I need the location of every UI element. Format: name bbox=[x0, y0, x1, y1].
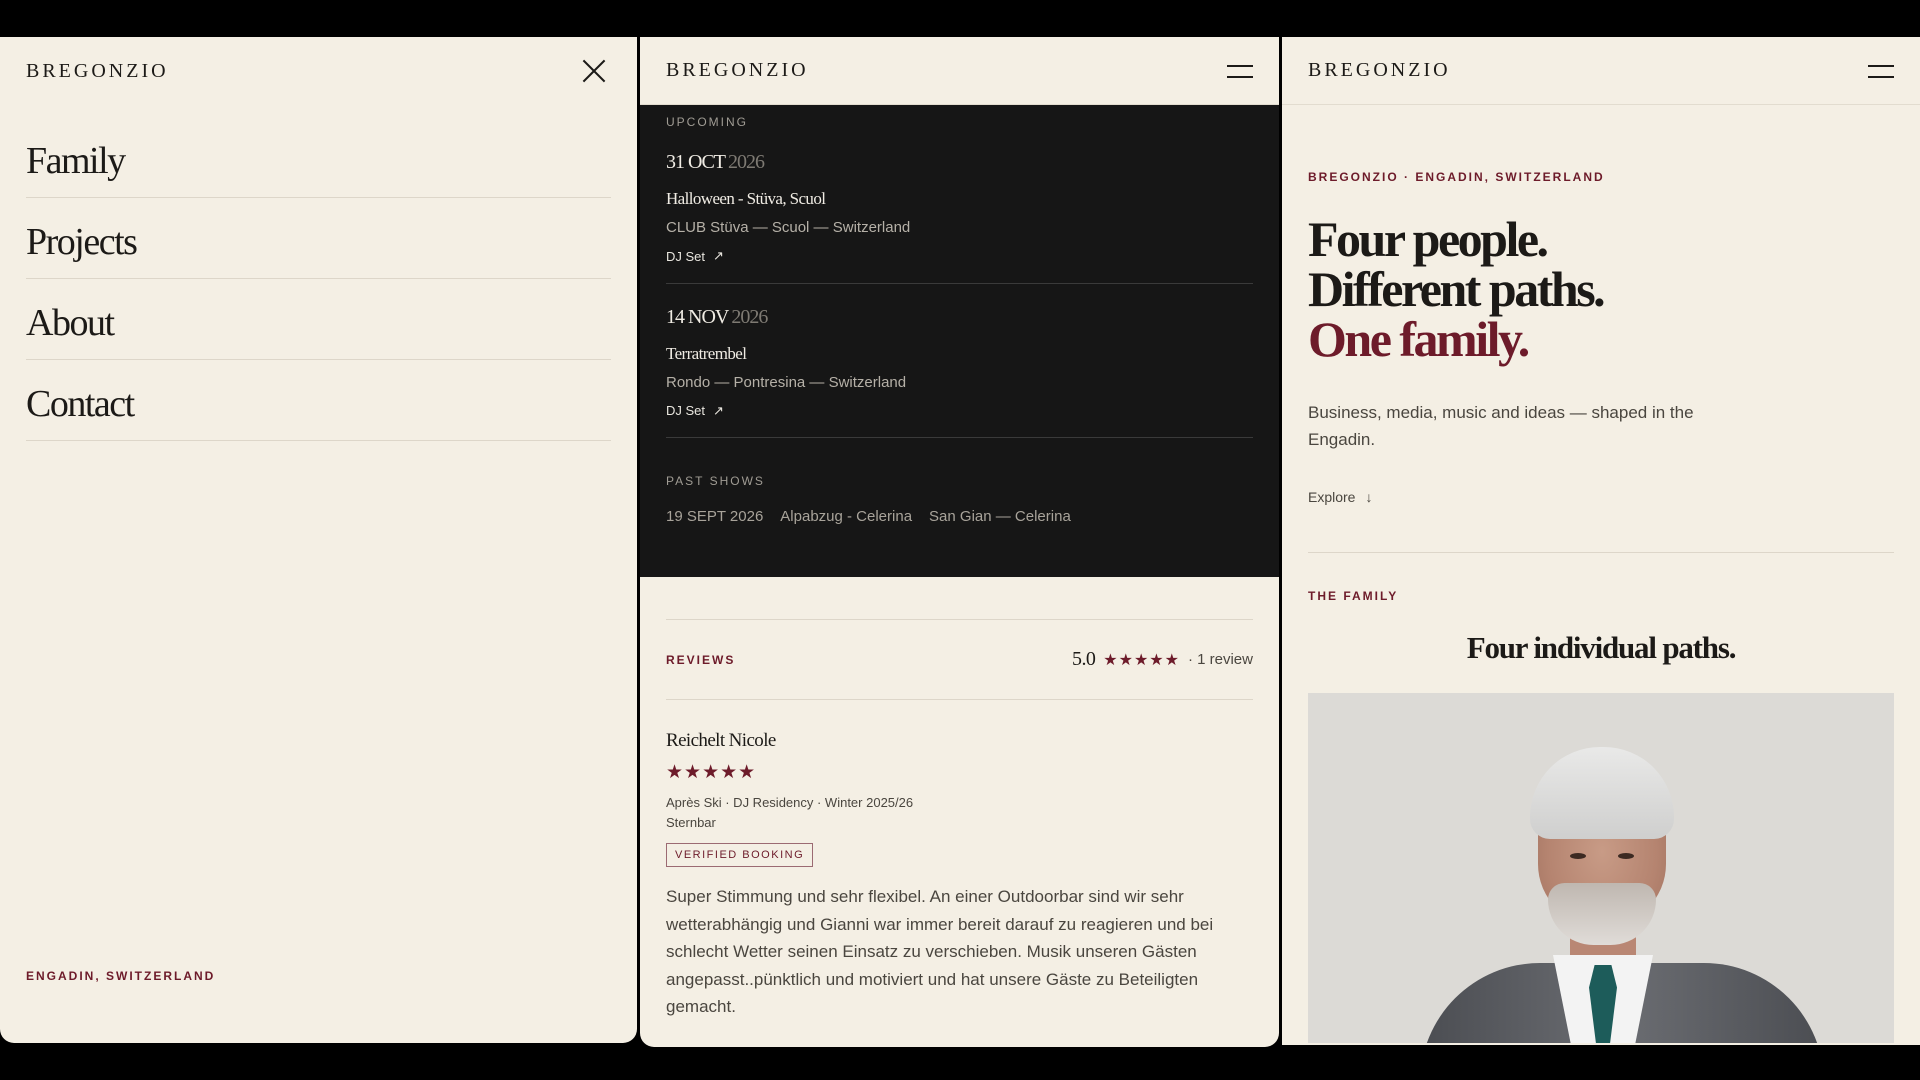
event-venue: CLUB Stüva — Scuol — Switzerland bbox=[666, 219, 911, 236]
home-panel: BREGONZIO BREGONZIO · ENGADIN, SWITZERLA… bbox=[1282, 37, 1920, 1045]
event-link[interactable]: DJ Set ↗ bbox=[666, 248, 724, 264]
event-item: 31 OCT 2026 Halloween - Stüva, Scuol CLUB… bbox=[666, 129, 1253, 284]
past-shows: PAST SHOWS 19 SEPT 2026 Alpabzug - Celer… bbox=[666, 438, 1253, 525]
review-meta-line: Après Ski · DJ Residency · Winter 2025/2… bbox=[666, 795, 914, 810]
brand-logo[interactable]: BREGONZIO bbox=[26, 60, 169, 83]
shows-panel: BREGONZIO UPCOMING 31 OCT 2026 Halloween … bbox=[640, 37, 1279, 1047]
brand-logo[interactable]: BREGONZIO bbox=[1308, 59, 1451, 82]
review-count: · 1 review bbox=[1187, 651, 1253, 668]
verified-badge: VERIFIED BOOKING bbox=[666, 843, 814, 867]
event-link-label: DJ Set bbox=[666, 403, 706, 418]
menu-location: ENGADIN, SWITZERLAND bbox=[26, 969, 216, 983]
brand-logo[interactable]: BREGONZIO bbox=[666, 59, 809, 82]
event-link-label: DJ Set bbox=[666, 248, 706, 264]
hero-title-accent: One family. bbox=[1308, 311, 1530, 367]
hero-title: Four people. Different paths. One family… bbox=[1308, 214, 1894, 364]
event-year: 2026 bbox=[728, 151, 765, 173]
review-meta-line: Sternbar bbox=[666, 815, 716, 830]
past-shows-label: PAST SHOWS bbox=[666, 474, 765, 488]
event-link[interactable]: DJ Set ↗ bbox=[666, 403, 724, 419]
menu-header: BREGONZIO bbox=[0, 37, 637, 105]
event-date: 14 NOV 2026 bbox=[666, 306, 1253, 329]
portrait-eye bbox=[1618, 853, 1634, 859]
event-year: 2026 bbox=[731, 305, 768, 328]
review-item: Reichelt Nicole ★★★★★ Après Ski · DJ Res… bbox=[666, 730, 1253, 1021]
portrait-hair bbox=[1530, 747, 1674, 839]
menu-panel: BREGONZIO Family Projects About Contact … bbox=[0, 37, 637, 1043]
close-icon[interactable] bbox=[581, 58, 607, 84]
past-show-item: San Gian — Celerina bbox=[929, 508, 1071, 525]
rating-value: 5.0 bbox=[1072, 648, 1096, 670]
upcoming-label: UPCOMING bbox=[666, 115, 748, 129]
past-shows-row: 19 SEPT 2026 Alpabzug - Celerina San Gia… bbox=[666, 508, 1253, 525]
menu-item-contact[interactable]: Contact bbox=[26, 360, 611, 441]
star-icon: ★★★★★ bbox=[1103, 651, 1180, 669]
family-eyebrow: THE FAMILY bbox=[1308, 589, 1399, 603]
hero-eyebrow: BREGONZIO · ENGADIN, SWITZERLAND bbox=[1308, 170, 1605, 184]
event-item: 14 NOV 2026 Terratrembel Rondo — Pontresi… bbox=[666, 284, 1253, 438]
event-date: 31 OCT 2026 bbox=[666, 151, 1253, 174]
rating-summary: 5.0 ★★★★★ · 1 review bbox=[1072, 648, 1253, 671]
hero-title-line: Different paths. bbox=[1308, 261, 1606, 317]
past-show-date: 19 SEPT 2026 bbox=[666, 508, 764, 525]
event-title: Halloween - Stüva, Scuol bbox=[666, 189, 826, 208]
family-title: Four individual paths. bbox=[1466, 630, 1737, 665]
hero-subtitle: Business, media, music and ideas — shape… bbox=[1308, 403, 1694, 449]
portrait-beard bbox=[1548, 883, 1656, 945]
hero-section: BREGONZIO · ENGADIN, SWITZERLAND Four pe… bbox=[1282, 170, 1920, 1043]
reviews-label: REVIEWS bbox=[666, 652, 736, 667]
review-text: Super Stimmung und sehr flexibel. An ein… bbox=[666, 887, 1214, 1016]
shows-section: UPCOMING 31 OCT 2026 Halloween - Stüva, S… bbox=[640, 105, 1279, 577]
hamburger-icon[interactable] bbox=[1227, 63, 1253, 79]
portrait-eye bbox=[1570, 853, 1586, 859]
star-icon: ★★★★★ bbox=[666, 762, 757, 783]
shows-header: BREGONZIO bbox=[640, 37, 1279, 105]
past-show-item: Alpabzug - Celerina bbox=[780, 508, 913, 525]
event-venue: Rondo — Pontresina — Switzerland bbox=[666, 373, 907, 391]
explore-label: Explore bbox=[1308, 489, 1356, 505]
arrow-down-icon: ↓ bbox=[1365, 489, 1373, 505]
menu-item-about[interactable]: About bbox=[26, 279, 611, 360]
section-divider bbox=[1308, 552, 1894, 553]
event-day-month: 31 OCT bbox=[666, 151, 726, 173]
reviews-section: REVIEWS 5.0 ★★★★★ · 1 review Reichelt Ni… bbox=[640, 619, 1279, 1021]
event-day-month: 14 NOV bbox=[666, 305, 729, 328]
menu-item-family[interactable]: Family bbox=[26, 117, 611, 198]
menu-item-projects[interactable]: Projects bbox=[26, 198, 611, 279]
arrow-up-right-icon: ↗ bbox=[713, 402, 724, 418]
review-meta: Après Ski · DJ Residency · Winter 2025/2… bbox=[666, 793, 1253, 833]
event-title: Terratrembel bbox=[666, 343, 747, 363]
reviewer-name: Reichelt Nicole bbox=[666, 730, 776, 751]
reviews-header: REVIEWS 5.0 ★★★★★ · 1 review bbox=[666, 619, 1253, 700]
main-menu: Family Projects About Contact bbox=[0, 105, 637, 441]
arrow-up-right-icon: ↗ bbox=[713, 248, 724, 263]
hero-title-line: Four people. bbox=[1308, 211, 1549, 267]
explore-link[interactable]: Explore ↓ bbox=[1308, 489, 1372, 505]
family-member-portrait[interactable] bbox=[1308, 693, 1894, 1043]
hamburger-icon[interactable] bbox=[1868, 63, 1894, 79]
home-header: BREGONZIO bbox=[1282, 37, 1920, 105]
